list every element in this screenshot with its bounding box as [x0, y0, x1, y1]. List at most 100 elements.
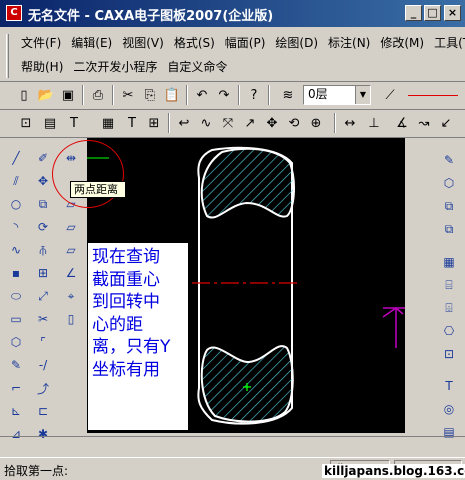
trim-icon[interactable]: ✂ — [33, 309, 53, 329]
spline-icon[interactable]: ∿ — [6, 240, 26, 260]
toolbar-separator — [82, 85, 84, 105]
menu-view[interactable]: 视图(V) — [119, 31, 167, 53]
library-replace-icon[interactable]: ⎔ — [439, 321, 459, 341]
dim-edit-icon[interactable]: ⊥ — [364, 113, 384, 133]
scale-object-icon[interactable]: ⤢ — [33, 286, 53, 306]
menu-dimension[interactable]: 标注(N) — [325, 31, 373, 53]
print-icon[interactable]: ⎙ — [88, 85, 108, 105]
menu-file[interactable]: 文件(F) — [18, 31, 64, 53]
text-style-icon[interactable]: T — [122, 113, 142, 133]
library-manage-icon[interactable]: ⊡ — [439, 344, 459, 364]
block-icon[interactable]: ⊕ — [306, 113, 326, 133]
close-button[interactable]: × — [444, 5, 461, 21]
break-icon[interactable]: -/ — [33, 355, 53, 375]
inertia-query-icon[interactable]: ▯ — [61, 309, 81, 329]
layer-icon[interactable]: ≋ — [278, 85, 298, 105]
help-query-icon[interactable]: ? — [244, 85, 264, 105]
rotate-object-icon[interactable]: ⟳ — [33, 217, 53, 237]
copy-prop-icon[interactable]: ⧉ — [439, 196, 459, 216]
line-color-preview[interactable] — [408, 95, 458, 96]
minimize-button[interactable]: _ — [405, 5, 422, 21]
menu-help[interactable]: 帮助(H) — [18, 55, 66, 77]
menu-bar: 文件(F) 编辑(E) 视图(V) 格式(S) 幅面(P) 绘图(D) 标注(N… — [0, 30, 465, 82]
move-icon[interactable]: ✥ — [33, 171, 53, 191]
perimeter-query-icon[interactable]: ▱ — [61, 240, 81, 260]
fillet-icon[interactable]: ⌜ — [33, 332, 53, 352]
part-library-icon[interactable]: ▦ — [439, 252, 459, 272]
text-icon[interactable]: T — [64, 113, 84, 133]
menu-modify[interactable]: 修改(M) — [377, 31, 427, 53]
rectangle-icon[interactable]: ▭ — [6, 309, 26, 329]
title-block-icon[interactable]: ▤ — [40, 113, 60, 133]
angle-query-icon[interactable]: ∠ — [61, 263, 81, 283]
edit-toolbar: ✐ ✥ ⧉ ⟳ ⫚ ⊞ ⤢ ✂ ⌜ -/ ⤴ ⊏ ✱ — [32, 140, 54, 441]
edit-pencil-icon[interactable]: ✎ — [439, 150, 459, 170]
toolbar-separator — [334, 113, 336, 133]
menu-draw[interactable]: 绘图(D) — [272, 31, 321, 53]
menu-sheet[interactable]: 幅面(P) — [222, 31, 269, 53]
undo-icon[interactable]: ↶ — [192, 85, 212, 105]
leader-icon[interactable]: ↙ — [436, 113, 456, 133]
radius-dim-icon[interactable]: ↝ — [414, 113, 434, 133]
open-folder-icon[interactable]: 📂 — [36, 85, 56, 105]
arrow-draw-icon[interactable]: ↗ — [240, 113, 260, 133]
chevron-down-icon[interactable]: ▼ — [355, 86, 370, 104]
command-area[interactable] — [0, 436, 465, 456]
stretch-icon[interactable]: ⊏ — [33, 401, 53, 421]
menu-tools[interactable]: 工具(T) — [431, 31, 465, 53]
eraser-icon[interactable]: ✐ — [33, 148, 53, 168]
wave-icon[interactable]: ∿ — [196, 113, 216, 133]
parallel-line-icon[interactable]: ⫽ — [6, 171, 26, 191]
caxa-logo-icon: C — [6, 5, 22, 21]
arc-icon[interactable]: ◝ — [6, 217, 26, 237]
point-icon[interactable]: ▪ — [6, 263, 26, 283]
pan-icon[interactable]: ✥ — [262, 113, 282, 133]
dimension-style-icon[interactable]: ⊞ — [144, 113, 164, 133]
angle-dim-icon[interactable]: ∡ — [392, 113, 412, 133]
cube-icon[interactable]: ⬡ — [439, 173, 459, 193]
scale-icon[interactable]: ⤧ — [218, 113, 238, 133]
menu-edit[interactable]: 编辑(E) — [68, 31, 115, 53]
mirror-icon[interactable]: ⫚ — [33, 240, 53, 260]
copy-object-icon[interactable]: ⧉ — [33, 194, 53, 214]
copy-icon[interactable]: ⎘ — [140, 85, 160, 105]
circle-icon[interactable]: ○ — [6, 194, 26, 214]
linear-dim-icon[interactable]: ↔ — [340, 113, 360, 133]
centerline-icon[interactable]: ⌐ — [6, 378, 26, 398]
toolbar-separator — [112, 85, 114, 105]
menu-format[interactable]: 格式(S) — [171, 31, 218, 53]
rotate-icon[interactable]: ⟲ — [284, 113, 304, 133]
line-icon[interactable]: ╱ — [6, 148, 26, 168]
balloon-icon[interactable]: ◎ — [439, 399, 459, 419]
frame-icon[interactable]: ⊡ — [16, 113, 36, 133]
table-icon[interactable]: ▦ — [98, 113, 118, 133]
linetype-icon[interactable]: ⟋ — [380, 85, 400, 105]
array-icon[interactable]: ⊞ — [33, 263, 53, 283]
centroid-query-icon[interactable]: ⏥ — [61, 217, 81, 237]
paste-icon[interactable]: 📋 — [162, 85, 182, 105]
right-toolbar: ✎ ⬡ ⧉ ⧉ ▦ ⌸ ⌹ ⎔ ⊡ T ◎ ▤ — [433, 140, 465, 439]
polyline-icon[interactable]: ⊾ — [6, 401, 26, 421]
menu-grip[interactable] — [6, 34, 9, 78]
layer-select[interactable]: 0层 ▼ — [303, 85, 371, 105]
ellipse-icon[interactable]: ⬭ — [6, 286, 26, 306]
hatch-pencil-icon[interactable]: ✎ — [6, 355, 26, 375]
library-extract-icon[interactable]: ⌸ — [439, 275, 459, 295]
menu-secondary-dev[interactable]: 二次开发小程序 — [70, 55, 160, 77]
element-query-icon[interactable]: ⌖ — [61, 286, 81, 306]
polygon-icon[interactable]: ⬡ — [6, 332, 26, 352]
hook-icon[interactable]: ↩ — [174, 113, 194, 133]
window-title: 无名文件 - CAXA电子图板2007(企业版) — [28, 9, 274, 24]
text-insert-icon[interactable]: T — [439, 376, 459, 396]
cut-icon[interactable]: ✂ — [118, 85, 138, 105]
paste-prop-icon[interactable]: ⧉ — [439, 219, 459, 239]
menu-custom-command[interactable]: 自定义命令 — [164, 55, 230, 77]
new-file-icon[interactable]: ▯ — [14, 85, 34, 105]
maximize-button[interactable]: □ — [424, 5, 441, 21]
extend-icon[interactable]: ⤴ — [33, 378, 53, 398]
toolbar-separator — [238, 85, 240, 105]
redo-icon[interactable]: ↷ — [214, 85, 234, 105]
upper-section[interactable] — [200, 147, 295, 219]
save-icon[interactable]: ▣ — [58, 85, 78, 105]
library-define-icon[interactable]: ⌹ — [439, 298, 459, 318]
